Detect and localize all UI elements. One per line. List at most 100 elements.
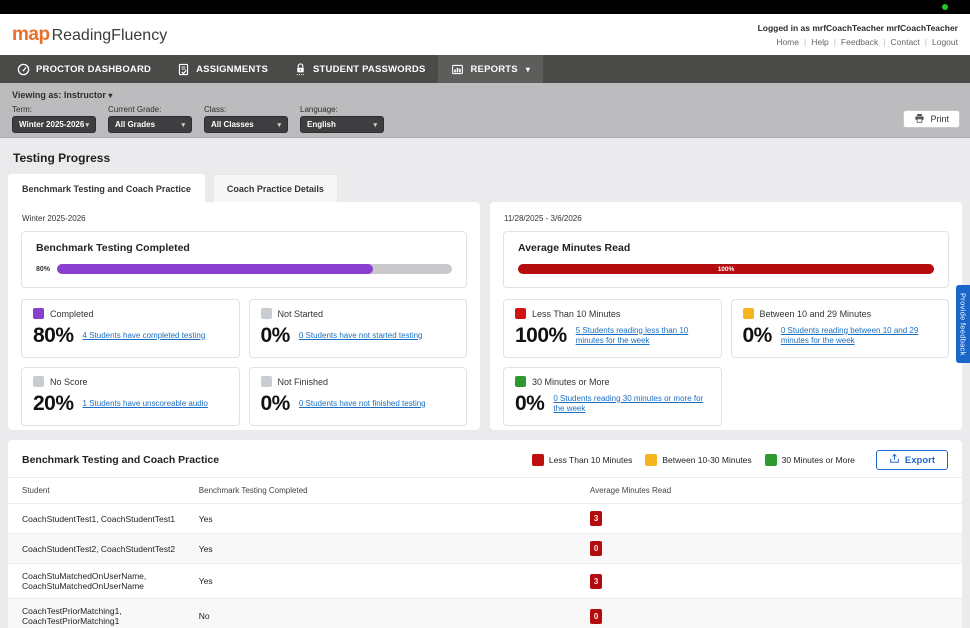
print-button[interactable]: Print xyxy=(903,110,960,128)
table-row: CoachStuMatchedOnUserName, CoachStuMatch… xyxy=(8,564,962,599)
benchmark-stat-tiles: Completed 80%4 Students have completed t… xyxy=(21,299,467,426)
minutes-progress-box: Average Minutes Read 100% xyxy=(503,231,949,288)
nav-proctor-dashboard[interactable]: PROCTOR DASHBOARD xyxy=(4,55,164,83)
export-button[interactable]: Export xyxy=(876,450,948,470)
print-label: Print xyxy=(930,114,949,124)
term-select[interactable]: Winter 2025-2026▾ xyxy=(12,116,96,133)
tile-label: Not Started xyxy=(278,309,324,319)
table-title: Benchmark Testing and Coach Practice xyxy=(22,454,219,466)
filter-bar: Viewing as: Instructor ▾ Term: Winter 20… xyxy=(0,83,970,138)
tile-label: No Score xyxy=(50,377,88,387)
link-separator: | xyxy=(804,37,806,47)
benchmark-completed-value: Yes xyxy=(199,504,590,534)
chevron-down-icon: ▾ xyxy=(373,121,377,129)
minutes-badge: 3 xyxy=(590,574,602,589)
student-name: CoachStuMatchedOnUserName, CoachStuMatch… xyxy=(8,564,199,599)
gauge-icon xyxy=(17,63,30,76)
tile-percent: 0% xyxy=(515,392,544,416)
link-separator: | xyxy=(834,37,836,47)
nav-student-passwords[interactable]: STUDENT PASSWORDS xyxy=(281,55,438,83)
table-header-row: Student Benchmark Testing Completed Aver… xyxy=(8,478,962,504)
legend-label: 30 Minutes or More xyxy=(782,455,855,465)
not-started-swatch xyxy=(261,308,272,319)
chevron-down-icon: ▾ xyxy=(85,121,89,129)
benchmark-progress-bar: 80% xyxy=(36,264,452,274)
printer-icon xyxy=(914,113,925,126)
summary-cards: Winter 2025-2026 Benchmark Testing Compl… xyxy=(8,202,962,430)
tile-label: Between 10 and 29 Minutes xyxy=(760,309,872,319)
header-link-logout[interactable]: Logout xyxy=(932,37,958,47)
term-value: Winter 2025-2026 xyxy=(19,120,84,129)
table-row: CoachStudentTest1, CoachStudentTest1 Yes… xyxy=(8,504,962,534)
nav-reports[interactable]: REPORTS ▾ xyxy=(438,55,543,83)
header-link-help[interactable]: Help xyxy=(811,37,828,47)
tile-percent: 0% xyxy=(261,392,290,416)
nav-assignments[interactable]: ASSIGNMENTS xyxy=(164,55,281,83)
not-started-students-link[interactable]: 0 Students have not started testing xyxy=(299,331,423,341)
export-label: Export xyxy=(905,455,935,466)
language-field: Language: English▾ xyxy=(300,105,384,133)
tab-benchmark-testing[interactable]: Benchmark Testing and Coach Practice xyxy=(8,174,205,202)
tab-coach-practice-details[interactable]: Coach Practice Details xyxy=(213,174,338,202)
stat-tile-not-finished: Not Finished 0%0 Students have not finis… xyxy=(249,367,468,426)
header-link-contact[interactable]: Contact xyxy=(890,37,919,47)
benchmark-progress-percent: 80% xyxy=(36,266,50,273)
viewing-as-dropdown[interactable]: Viewing as: Instructor ▾ xyxy=(12,90,958,100)
tile-label: Completed xyxy=(50,309,94,319)
stat-tile-no-score: No Score 20%1 Students have unscoreable … xyxy=(21,367,240,426)
tabs: Benchmark Testing and Coach Practice Coa… xyxy=(8,174,962,202)
minutes-stat-tiles: Less Than 10 Minutes 100%5 Students read… xyxy=(503,299,949,426)
chevron-down-icon: ▾ xyxy=(277,121,281,129)
tile-percent: 0% xyxy=(261,324,290,348)
class-select[interactable]: All Classes ▾ xyxy=(204,116,288,133)
header-link-home[interactable]: Home xyxy=(776,37,799,47)
progress-fill xyxy=(57,264,373,274)
nav-label: REPORTS xyxy=(470,64,517,75)
stat-tile-not-started: Not Started 0% 0 Students have not starte… xyxy=(249,299,468,358)
legend-30-or-more: 30 Minutes or More xyxy=(765,454,855,466)
app-header: map ReadingFluency Logged in as mrfCoach… xyxy=(0,14,970,55)
provide-feedback-tab[interactable]: Provide feedback xyxy=(956,285,970,363)
clipboard-icon xyxy=(177,63,190,76)
chevron-down-icon: ▾ xyxy=(526,65,530,74)
nav-label: STUDENT PASSWORDS xyxy=(313,64,425,75)
language-select[interactable]: English▾ xyxy=(300,116,384,133)
progress-track xyxy=(57,264,452,274)
date-range-label: 11/28/2025 - 3/6/2026 xyxy=(504,214,949,223)
legend-label: Less Than 10 Minutes xyxy=(549,455,632,465)
not-finished-students-link[interactable]: 0 Students have not finished testing xyxy=(299,399,426,409)
col-benchmark-completed: Benchmark Testing Completed xyxy=(199,478,590,504)
less-than-10-swatch xyxy=(515,308,526,319)
language-label: Language: xyxy=(300,105,384,114)
chart-icon xyxy=(451,63,464,76)
filter-fields: Term: Winter 2025-2026▾ Current Grade: A… xyxy=(12,105,958,133)
header-link-feedback[interactable]: Feedback xyxy=(841,37,878,47)
less-than-10-students-link[interactable]: 5 Students reading less than 10 minutes … xyxy=(576,326,710,347)
benchmark-completed-value: Yes xyxy=(199,534,590,564)
logo-product-text: ReadingFluency xyxy=(52,27,168,45)
benchmark-testing-card: Winter 2025-2026 Benchmark Testing Compl… xyxy=(8,202,480,430)
30-or-more-students-link[interactable]: 0 Students reading 30 minutes or more fo… xyxy=(553,394,703,415)
header-links: Home| Help| Feedback| Contact| Logout xyxy=(758,37,958,47)
term-label: Term: xyxy=(12,105,96,114)
30-or-more-swatch xyxy=(515,376,526,387)
benchmark-completed-value: Yes xyxy=(199,564,590,599)
nav-label: ASSIGNMENTS xyxy=(196,64,268,75)
no-score-students-link[interactable]: 1 Students have unscoreable audio xyxy=(83,399,208,409)
col-average-minutes: Average Minutes Read xyxy=(590,478,962,504)
benchmark-completed-value: No xyxy=(199,599,590,628)
minutes-badge: 0 xyxy=(590,609,602,624)
student-name: CoachStudentTest2, CoachStudentTest2 xyxy=(8,534,199,564)
minutes-badge: 3 xyxy=(590,511,602,526)
legend-swatch-yellow xyxy=(645,454,657,466)
grade-select[interactable]: All Grades▾ xyxy=(108,116,192,133)
recording-indicator-dot xyxy=(942,4,948,10)
class-value: All Classes xyxy=(211,120,254,129)
table-legend: Less Than 10 Minutes Between 10-30 Minut… xyxy=(532,450,948,470)
completed-students-link[interactable]: 4 Students have completed testing xyxy=(83,331,206,341)
legend-less-than-10: Less Than 10 Minutes xyxy=(532,454,632,466)
between-10-29-students-link[interactable]: 0 Students reading between 10 and 29 min… xyxy=(781,326,931,347)
app-logo[interactable]: map ReadingFluency xyxy=(12,24,167,46)
progress-track: 100% xyxy=(518,264,934,274)
grade-label: Current Grade: xyxy=(108,105,192,114)
